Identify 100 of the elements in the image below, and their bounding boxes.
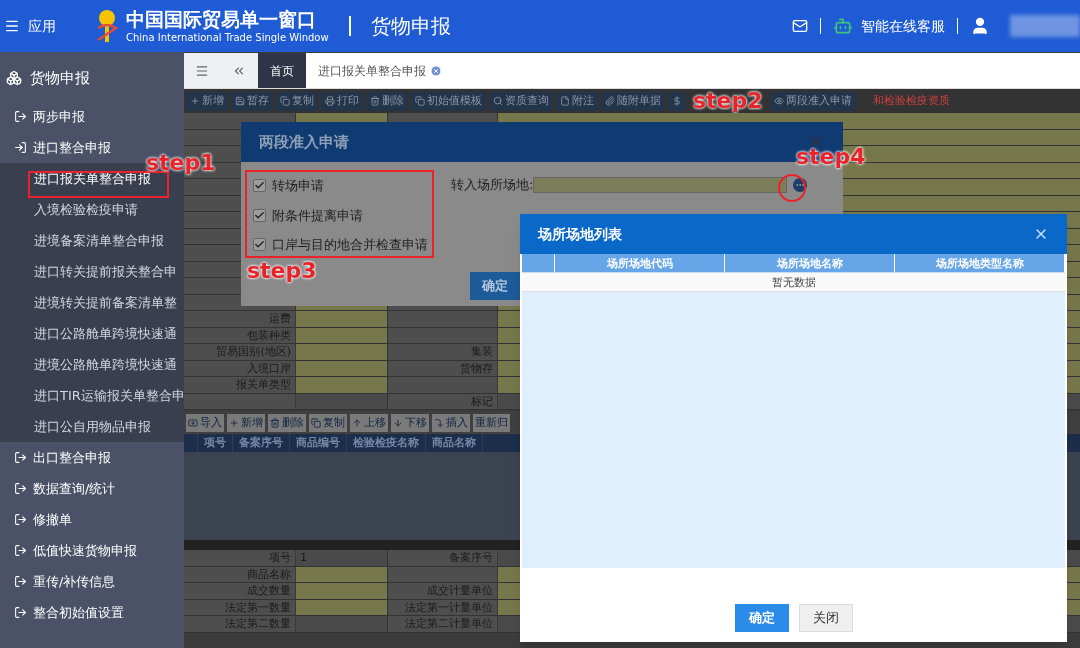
toolbar-button[interactable]: 导入 bbox=[186, 414, 224, 432]
sign-out-icon bbox=[14, 482, 27, 495]
toolbar-button[interactable]: 下移 bbox=[391, 414, 429, 432]
sidebar-title: 货物申报 bbox=[30, 67, 90, 89]
toolbar-button[interactable]: 新增 bbox=[186, 91, 228, 111]
copy-icon bbox=[311, 418, 321, 428]
toolbar-button[interactable]: 初始值模板 bbox=[411, 91, 486, 111]
form-field[interactable] bbox=[296, 583, 388, 599]
menu-icon bbox=[195, 63, 209, 78]
column-header: 场所场地代码 bbox=[555, 254, 725, 272]
sidebar-subitem[interactable]: 进口公路舱单跨境快速通 bbox=[34, 323, 177, 344]
user-icon[interactable] bbox=[970, 16, 990, 36]
step-annotation: step1 bbox=[146, 152, 216, 174]
page-title: 货物申报 bbox=[370, 13, 451, 40]
form-field[interactable] bbox=[296, 311, 388, 327]
sidebar-item[interactable]: 重传/补传信息 bbox=[0, 566, 184, 597]
cubes-icon bbox=[6, 70, 22, 86]
sign-out-icon bbox=[14, 606, 27, 619]
sign-out-icon bbox=[14, 575, 27, 588]
file-icon bbox=[560, 96, 570, 106]
search-icon bbox=[493, 96, 503, 106]
sidebar-item[interactable]: 两步申报 bbox=[0, 101, 184, 132]
toolbar-button[interactable]: 删除 bbox=[268, 414, 306, 432]
column-header: 场所场地名称 bbox=[725, 254, 895, 272]
empty-message: 暂无数据 bbox=[522, 273, 1065, 292]
logo-subtitle: China International Trade Single Window bbox=[126, 31, 329, 45]
plus-icon bbox=[229, 418, 239, 428]
toolbar-button[interactable]: 两段准入申请 bbox=[769, 91, 856, 111]
plus-icon bbox=[190, 96, 200, 106]
corner-arrow-icon bbox=[434, 418, 444, 428]
sidebar-item[interactable]: 出口整合申报 bbox=[0, 442, 184, 473]
collapse-button[interactable] bbox=[220, 53, 258, 88]
sidebar-subitem[interactable]: 进境转关提前备案清单整 bbox=[34, 292, 177, 313]
toolbar-button[interactable]: 附注 bbox=[556, 91, 598, 111]
checkbox[interactable] bbox=[253, 238, 266, 252]
sidebar-subitem[interactable]: 进境备案清单整合申报 bbox=[34, 230, 164, 251]
copy-icon bbox=[280, 96, 290, 106]
menu-icon bbox=[4, 18, 20, 34]
sign-in-icon bbox=[14, 141, 27, 154]
checkbox-label: 口岸与目的地合并检查申请 bbox=[272, 236, 428, 254]
copy-icon bbox=[415, 96, 425, 106]
toolbar-button[interactable]: 暂存 bbox=[231, 91, 273, 111]
tab[interactable]: 首页 bbox=[258, 53, 306, 88]
toolbar-button[interactable]: 随附单据 bbox=[601, 91, 665, 111]
mail-icon[interactable] bbox=[792, 18, 808, 34]
sidebar-item[interactable]: 低值快速货物申报 bbox=[0, 535, 184, 566]
save-icon bbox=[235, 96, 245, 106]
input-field[interactable] bbox=[533, 177, 788, 193]
checkbox-label: 转场申请 bbox=[272, 177, 324, 195]
menu-toggle-button[interactable] bbox=[184, 53, 220, 88]
toolbar-button[interactable]: 重新归 bbox=[473, 414, 510, 432]
sign-out-icon bbox=[14, 110, 27, 123]
dollar-icon bbox=[672, 96, 682, 106]
sidebar-subitem[interactable]: 进境公路舱单跨境快速通 bbox=[34, 354, 177, 375]
form-field[interactable] bbox=[296, 344, 388, 360]
toolbar-button[interactable]: 打印 bbox=[321, 91, 363, 111]
sidebar-item[interactable]: 修撤单 bbox=[0, 504, 184, 535]
arrow-up-icon bbox=[352, 418, 362, 428]
toolbar-button[interactable]: 复制 bbox=[309, 414, 347, 432]
step-annotation: step3 bbox=[247, 260, 317, 282]
import-icon bbox=[188, 418, 198, 428]
sidebar-subitem[interactable]: 进口转关提前报关整合申 bbox=[34, 261, 177, 282]
dialog-title: 两段准入申请 bbox=[259, 131, 349, 153]
toolbar-button[interactable] bbox=[668, 91, 686, 111]
sidebar-subitem[interactable]: 进口TIR运输报关单整合申 bbox=[34, 385, 184, 406]
arrow-down-icon bbox=[393, 418, 403, 428]
field-label: 转入场所场地: bbox=[451, 176, 534, 195]
sign-out-icon bbox=[14, 544, 27, 557]
toolbar-button[interactable]: 删除 bbox=[366, 91, 408, 111]
sidebar-subitem[interactable]: 入境检验检疫申请 bbox=[34, 199, 138, 220]
column-header: 场所场地类型名称 bbox=[895, 254, 1065, 272]
menu-button[interactable]: 应用 bbox=[0, 15, 80, 37]
robot-icon[interactable] bbox=[833, 16, 853, 36]
form-field[interactable] bbox=[296, 377, 388, 393]
printer-icon bbox=[325, 96, 335, 106]
sidebar-subitem[interactable]: 进口公自用物品申报 bbox=[34, 416, 151, 437]
sign-out-icon bbox=[14, 513, 27, 526]
eye-icon bbox=[773, 96, 784, 106]
close-button[interactable]: 关闭 bbox=[798, 604, 853, 632]
checkbox[interactable] bbox=[253, 208, 266, 222]
toolbar-button[interactable]: 资质查询 bbox=[489, 91, 553, 111]
sidebar-item[interactable]: 数据查询/统计 bbox=[0, 473, 184, 504]
confirm-button[interactable]: 确定 bbox=[470, 272, 520, 300]
notice-text: 和检验检疫资质 bbox=[872, 92, 950, 109]
dialog-title: 场所场地列表 bbox=[538, 224, 622, 244]
blurred-username bbox=[1010, 15, 1080, 37]
support-link[interactable]: 智能在线客服 bbox=[861, 15, 945, 37]
toolbar-button[interactable]: 上移 bbox=[350, 414, 388, 432]
sidebar-item[interactable]: 整合初始值设置 bbox=[0, 597, 184, 628]
toolbar-button[interactable]: 插入 bbox=[432, 414, 470, 432]
toolbar-button[interactable]: 新增 bbox=[227, 414, 265, 432]
close-icon[interactable] bbox=[430, 64, 442, 77]
form-field[interactable] bbox=[296, 616, 388, 632]
checkbox[interactable] bbox=[253, 179, 266, 193]
paperclip-icon bbox=[605, 96, 615, 106]
toolbar-button[interactable]: 复制 bbox=[276, 91, 318, 111]
confirm-button[interactable]: 确定 bbox=[734, 604, 789, 632]
logo-title: 中国国际贸易单一窗口 bbox=[126, 7, 317, 32]
trash-icon bbox=[370, 96, 380, 106]
sign-out-icon bbox=[14, 451, 27, 464]
